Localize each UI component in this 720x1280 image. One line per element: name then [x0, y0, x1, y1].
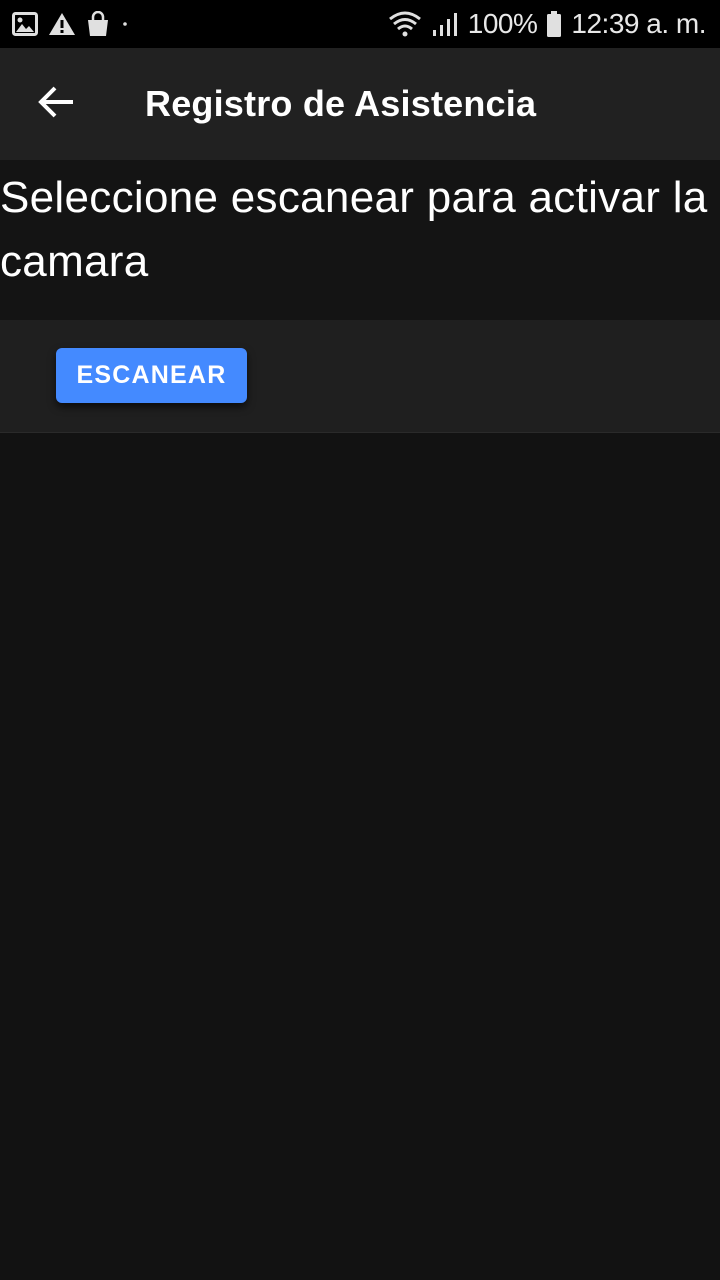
- back-button[interactable]: [0, 48, 112, 160]
- wifi-icon: [388, 10, 422, 38]
- status-bar: 100% 12:39 a. m.: [0, 0, 720, 48]
- arrow-back-icon: [37, 85, 75, 124]
- status-right-icons: 100% 12:39 a. m.: [388, 8, 706, 40]
- instruction-text: Seleccione escanear para activar la cama…: [0, 160, 720, 320]
- image-icon: [12, 10, 38, 38]
- scan-button[interactable]: ESCANEAR: [56, 348, 247, 403]
- dot-icon: [120, 10, 130, 38]
- battery-percent: 100%: [467, 8, 538, 39]
- screen: 100% 12:39 a. m. Registro de Asistencia …: [0, 0, 720, 1280]
- warning-icon: [48, 10, 76, 38]
- shopping-bag-icon: [86, 10, 110, 38]
- page-title: Registro de Asistencia: [145, 83, 537, 124]
- battery-icon: [547, 10, 562, 38]
- app-bar: Registro de Asistencia: [0, 48, 720, 160]
- status-left-icons: [12, 10, 130, 38]
- scan-card: ESCANEAR: [0, 320, 720, 433]
- clock: 12:39 a. m.: [571, 8, 706, 39]
- signal-icon: [432, 10, 458, 38]
